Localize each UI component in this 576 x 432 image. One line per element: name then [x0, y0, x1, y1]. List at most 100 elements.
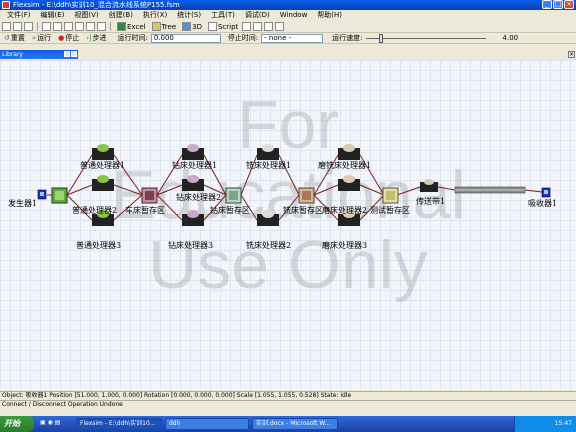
open-folder-icon[interactable]: [13, 22, 22, 31]
model-view[interactable]: For Educational Use Only 发生器1 普通处理器1 普通处…: [0, 60, 576, 390]
label-mill-buffer: 铣床暂存区: [283, 206, 323, 215]
maximize-button[interactable]: □: [553, 0, 563, 9]
3d-label: 3D: [192, 22, 202, 31]
processor-object[interactable]: [182, 210, 204, 226]
new-file-icon[interactable]: [2, 22, 11, 31]
processor-object[interactable]: [420, 179, 438, 192]
experimenter-icon[interactable]: [264, 22, 274, 31]
taskbar-item-flexsim[interactable]: Flexsim - E:\ddh\实训10...: [76, 418, 162, 430]
processor-object[interactable]: [257, 210, 279, 226]
queue-object[interactable]: [225, 187, 242, 204]
taskbar-item-word[interactable]: 实训.docx - Microsoft W...: [252, 418, 338, 430]
optimizer-icon[interactable]: [275, 22, 285, 31]
object-info-text: Object: 吸收器1 Position [51.000, 1.000, 0.…: [2, 392, 352, 399]
processor-object[interactable]: [338, 144, 360, 160]
stop-time-select[interactable]: - none -: [261, 33, 324, 43]
reset-button[interactable]: ↺ 重置: [2, 33, 27, 43]
excel-label: Excel: [127, 22, 146, 31]
queue-object[interactable]: [298, 187, 315, 204]
source-object[interactable]: [37, 189, 47, 200]
processor-object[interactable]: [92, 175, 114, 191]
run-button[interactable]: » 运行: [30, 33, 53, 43]
excel-button[interactable]: Excel: [115, 22, 148, 31]
library-close-icon[interactable]: [71, 51, 77, 57]
conveyor-object[interactable]: [454, 186, 526, 194]
main-toolbar: Excel Tree 3D Script: [0, 21, 576, 33]
system-tray: 15:47: [514, 416, 576, 432]
label-sink: 吸收器1: [528, 199, 558, 208]
run-time-field[interactable]: 0.000: [150, 33, 221, 43]
stop-time-label: 停止时间:: [227, 34, 259, 42]
run-label: 运行: [37, 34, 52, 42]
sink-object[interactable]: [541, 187, 551, 198]
table-icon[interactable]: [242, 22, 252, 31]
step-button[interactable]: ›| 步进: [84, 33, 108, 43]
output-message-bar: Connect / Disconnect Operation Undone: [0, 400, 576, 416]
minimize-button[interactable]: _: [542, 0, 552, 9]
step-icon: ›|: [86, 34, 92, 42]
script-icon: [207, 22, 217, 31]
menu-execute[interactable]: 执行(X): [138, 10, 172, 21]
pointer-icon[interactable]: [64, 22, 73, 31]
quicklaunch-icons[interactable]: ▣ ◉ ▤: [37, 418, 73, 430]
menu-edit[interactable]: 编辑(E): [36, 10, 70, 21]
slider-thumb[interactable]: [379, 33, 384, 43]
menu-window[interactable]: Window: [275, 10, 313, 21]
3d-view-icon: [182, 22, 192, 31]
toolbar-separator: [110, 22, 111, 31]
slider-track: [365, 37, 486, 39]
library-panel-header[interactable]: Library: [0, 50, 78, 59]
taskbar-item-ddh[interactable]: ddh: [165, 418, 249, 430]
run-speed-slider[interactable]: [365, 33, 486, 43]
save-icon[interactable]: [24, 22, 33, 31]
label-lathe-buffer: 车床暂存区: [125, 206, 165, 215]
layout-icon[interactable]: [97, 22, 106, 31]
disconnect-mode-icon[interactable]: [53, 22, 62, 31]
library-pin-icon[interactable]: [64, 51, 70, 57]
processor-object[interactable]: [182, 175, 204, 191]
3d-button[interactable]: 3D: [180, 22, 204, 31]
run-speed-label: 运行速度:: [332, 34, 363, 42]
queue-object[interactable]: [51, 187, 68, 204]
excel-icon: [117, 22, 126, 31]
menu-help[interactable]: 帮助(H): [312, 10, 347, 21]
menu-stats[interactable]: 统计(S): [172, 10, 206, 21]
menu-file[interactable]: 文件(F): [2, 10, 36, 21]
start-button[interactable]: 开始: [0, 416, 34, 432]
queue-object[interactable]: [382, 187, 399, 204]
grid-icon[interactable]: [86, 22, 95, 31]
label-ordinary-processor-2: 普通处理器2: [72, 206, 118, 215]
stop-button[interactable]: ● 停止: [56, 33, 81, 43]
tree-icon: [151, 22, 161, 31]
processor-object[interactable]: [257, 144, 279, 160]
queue-object[interactable]: [141, 187, 158, 204]
model-diagram: [37, 144, 551, 226]
tree-button[interactable]: Tree: [150, 22, 179, 31]
tray-clock: 15:47: [554, 420, 572, 427]
reset-icon: ↺: [4, 34, 10, 42]
label-mill-processor-1: 铣床处理器1: [246, 161, 292, 170]
menu-debug[interactable]: 调试(D): [240, 10, 275, 21]
object-status-bar: Object: 吸收器1 Position [51.000, 1.000, 0.…: [0, 391, 576, 399]
script-button[interactable]: Script: [206, 22, 240, 31]
close-button[interactable]: ×: [564, 0, 574, 9]
label-drill-buffer: 钻床暂存区: [210, 206, 250, 215]
hand-icon[interactable]: [75, 22, 84, 31]
label-ordinary-processor-3: 普通处理器3: [76, 241, 122, 250]
output-message-text: Connect / Disconnect Operation Undone: [2, 401, 123, 408]
toolbar-separator: [37, 22, 38, 31]
label-drill-processor-2: 钻床处理器2: [176, 193, 222, 202]
processor-object[interactable]: [338, 175, 360, 191]
connect-mode-icon[interactable]: [42, 22, 51, 31]
menu-view[interactable]: 视图(V): [69, 10, 103, 21]
run-icon: »: [31, 34, 37, 42]
model-view-close-button[interactable]: ×: [568, 51, 575, 58]
processor-object[interactable]: [182, 144, 204, 160]
dashboard-icon[interactable]: [253, 22, 263, 31]
menu-build[interactable]: 创建(B): [104, 10, 138, 21]
processor-object[interactable]: [92, 144, 114, 160]
window-title: Flexsim - E:\ddh\实训10_混合流水线系统P155.fsm: [13, 1, 180, 9]
stop-label: 停止: [65, 34, 80, 42]
menu-tools[interactable]: 工具(T): [206, 10, 240, 21]
flexsim-app-icon: [2, 1, 10, 9]
